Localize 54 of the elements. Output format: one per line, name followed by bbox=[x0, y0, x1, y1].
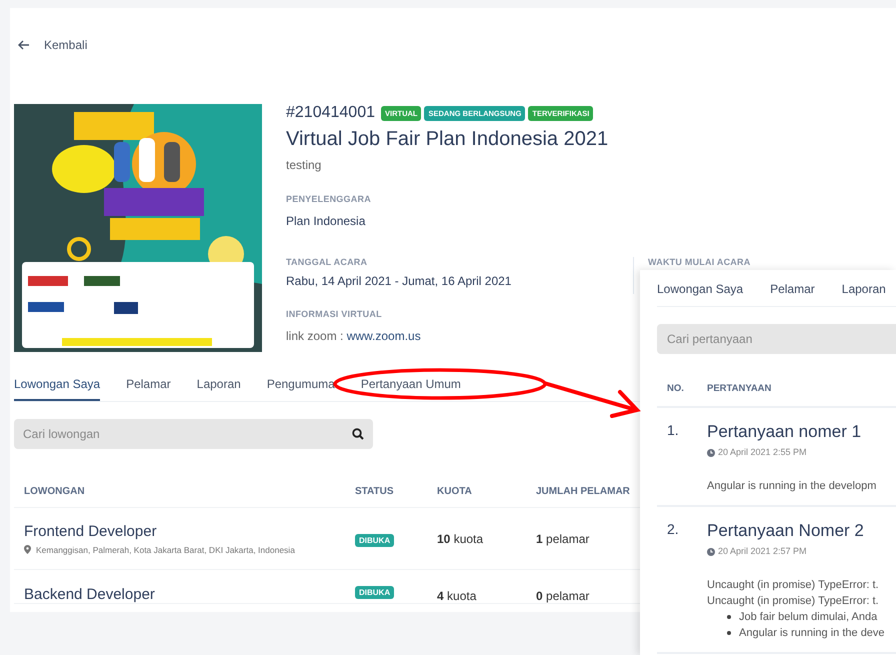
status-badge: DIBUKA bbox=[355, 534, 394, 546]
column-header: STATUS bbox=[355, 486, 395, 498]
field-label: TANGGAL ACARA bbox=[286, 257, 368, 268]
answer-text: Angular is running in the developm bbox=[707, 480, 876, 492]
answer-text: Uncaught (in promise) TypeError: t. bbox=[707, 594, 879, 608]
tab[interactable]: Lowongan Saya bbox=[657, 282, 744, 296]
field-label: PENYELENGGARA bbox=[286, 194, 371, 205]
organizer-value: Plan Indonesia bbox=[286, 214, 366, 228]
applicants-text: 1 pelamar bbox=[536, 532, 590, 546]
tab[interactable]: Pertanyaan Umum bbox=[360, 377, 461, 401]
clock-icon bbox=[707, 448, 715, 456]
event-title: Virtual Job Fair Plan Indonesia 2021 bbox=[286, 127, 610, 151]
tab[interactable]: Pelamar bbox=[770, 282, 815, 296]
column-header: KUOTA bbox=[437, 486, 473, 498]
location-pin-icon bbox=[24, 545, 31, 554]
tab[interactable]: Lowongan Saya bbox=[14, 377, 100, 401]
tab[interactable]: Laporan bbox=[842, 282, 886, 296]
answer-text: Job fair belum dimulai, Anda bbox=[739, 610, 878, 624]
tab[interactable]: Laporan bbox=[196, 377, 241, 401]
column-header: PERTANYAAN bbox=[707, 382, 772, 394]
back-link[interactable]: Kembali bbox=[44, 38, 88, 52]
search-placeholder: Cari lowongan bbox=[23, 427, 100, 441]
bullet-icon bbox=[727, 631, 731, 635]
virtual-info-text: link zoom : bbox=[286, 329, 344, 343]
quota-text: 10 kuota bbox=[437, 532, 484, 546]
job-title[interactable]: Backend Developer bbox=[24, 586, 355, 603]
question-title: Pertanyaan nomer 1 bbox=[707, 422, 862, 442]
job-title[interactable]: Frontend Developer bbox=[24, 522, 355, 540]
answer-text: Angular is running in the deve bbox=[739, 626, 885, 640]
date-value: Rabu, 14 April 2021 - Jumat, 16 April 2021 bbox=[286, 274, 512, 288]
field-label: WAKTU MULAI ACARA bbox=[648, 257, 750, 268]
field-label: INFORMASI VIRTUAL bbox=[286, 309, 382, 320]
status-badge: DIBUKA bbox=[355, 586, 394, 599]
job-location: Kemanggisan, Palmerah, Kota Jakarta Barat, DKI Jakarta, Indonesia bbox=[36, 544, 295, 554]
event-id: #210414001 bbox=[286, 104, 375, 122]
zoom-link[interactable]: www.zoom.us bbox=[346, 329, 421, 343]
clock-icon bbox=[707, 548, 715, 556]
question-time: 20 April 2021 2:57 PM bbox=[718, 546, 807, 557]
search-icon[interactable] bbox=[352, 428, 364, 440]
event-description: testing bbox=[286, 158, 322, 172]
question-number: 2. bbox=[666, 521, 680, 539]
search-placeholder: Cari pertanyaan bbox=[667, 332, 752, 346]
column-header: JUMLAH PELAMAR bbox=[536, 486, 630, 498]
question-time: 20 April 2021 2:55 PM bbox=[718, 447, 807, 458]
question-title: Pertanyaan Nomer 2 bbox=[707, 521, 865, 541]
quota-text: 4 kuota bbox=[437, 589, 478, 603]
question-number: 1. bbox=[666, 422, 680, 440]
answer-text: Uncaught (in promise) TypeError: t. bbox=[707, 578, 879, 592]
bullet-icon bbox=[727, 615, 731, 619]
column-header: NO. bbox=[666, 382, 685, 394]
applicants-text: 0 pelamar bbox=[536, 589, 590, 603]
column-header: LOWONGAN bbox=[24, 486, 86, 498]
tab[interactable]: Pelamar bbox=[126, 377, 171, 401]
back-arrow-icon[interactable] bbox=[18, 39, 30, 51]
